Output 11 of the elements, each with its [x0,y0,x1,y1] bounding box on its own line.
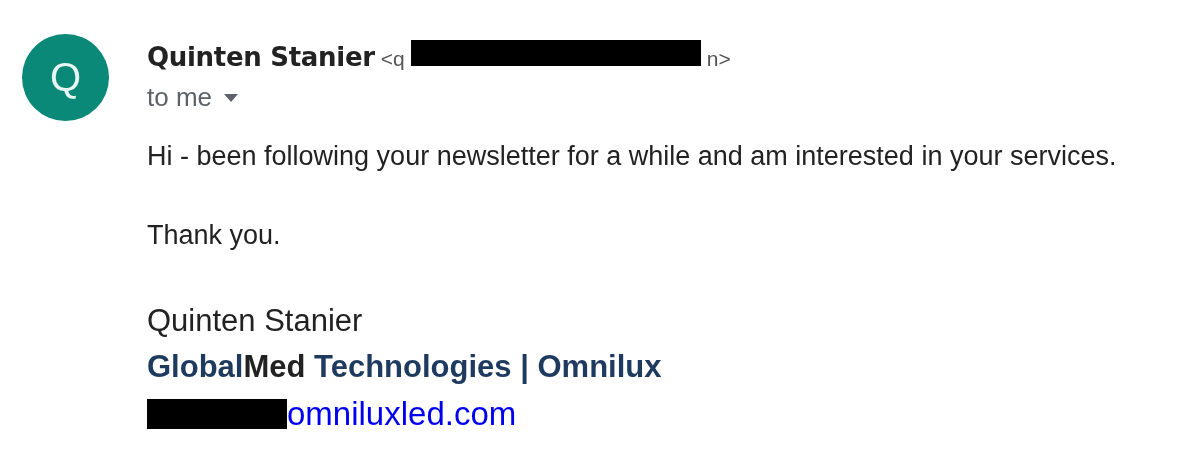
recipient-label: to me [147,82,213,113]
email-link[interactable]: omniluxled.com [287,395,517,433]
signature-name: Quinten Stanier [147,303,364,339]
body-paragraph: Thank you. [147,220,282,251]
dropdown-caret-icon[interactable] [224,93,239,102]
company-name: GlobalMed Technologies | Omnilux [147,349,663,385]
sender-email-end: n> [706,47,731,71]
sender-name: Quinten Stanier [147,42,375,72]
avatar: Q [22,34,109,121]
body-paragraph: Hi - been following your newsletter for a while and am interested in your services. [147,141,1117,172]
sender-email-start: <q [380,47,405,71]
